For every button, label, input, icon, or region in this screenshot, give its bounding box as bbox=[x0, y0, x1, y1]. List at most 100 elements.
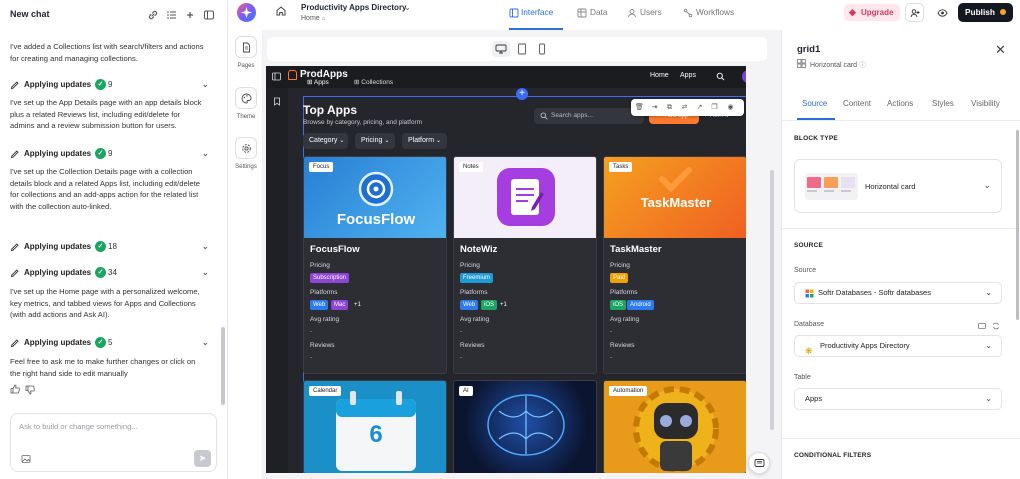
applying-updates-toggle[interactable]: Applying updates ✓ 5 ⌄ bbox=[10, 336, 210, 350]
chat-panel: New chat I've added a Collections list w… bbox=[0, 0, 228, 479]
tab-content[interactable]: Content bbox=[843, 99, 871, 108]
swap-icon[interactable]: ⇄ bbox=[680, 103, 689, 112]
filter-platform[interactable]: Platform ⌄ bbox=[402, 133, 447, 149]
section-heading: BLOCK TYPE bbox=[794, 135, 838, 142]
updates-label: Applying updates bbox=[24, 268, 92, 277]
share-icon[interactable]: ↗ bbox=[695, 103, 704, 112]
send-button[interactable]: ➤ bbox=[194, 450, 211, 467]
app-card[interactable]: TaskMaster Tasks TaskMaster Pricing Paid… bbox=[603, 156, 746, 374]
app-card[interactable]: AI bbox=[453, 380, 597, 473]
site-nav-apps[interactable]: Apps bbox=[680, 72, 696, 79]
thumbs-down-icon[interactable] bbox=[25, 385, 35, 395]
chat-scrollbar[interactable] bbox=[221, 327, 225, 405]
delete-icon[interactable]: 🗑 bbox=[635, 103, 644, 112]
settings-button[interactable] bbox=[235, 137, 257, 159]
chevron-down-icon[interactable]: ⌄ bbox=[404, 3, 411, 12]
tab-label: Workflows bbox=[696, 7, 735, 17]
filter-label: Platform bbox=[408, 137, 435, 144]
invite-user-button[interactable] bbox=[905, 3, 924, 22]
chat-composer[interactable]: Ask to build or change something... ➤ bbox=[10, 413, 217, 472]
collapse-sidebar-icon[interactable] bbox=[203, 9, 215, 21]
table-select[interactable]: Apps ⌄ bbox=[794, 388, 1002, 410]
filter-pricing[interactable]: Pricing ⌄ bbox=[355, 133, 395, 149]
database-value: Productivity Apps Directory bbox=[820, 341, 910, 350]
copy-icon[interactable]: ❐ bbox=[710, 103, 719, 112]
pencil-icon bbox=[10, 338, 20, 348]
upgrade-label: Upgrade bbox=[861, 8, 894, 17]
tablet-view-button[interactable] bbox=[513, 41, 531, 57]
platform-more: +1 bbox=[500, 302, 507, 308]
tab-actions[interactable]: Actions bbox=[887, 99, 913, 108]
app-logo[interactable] bbox=[237, 3, 256, 22]
bookmark-icon[interactable] bbox=[273, 97, 281, 106]
tab-visibility[interactable]: Visibility bbox=[971, 99, 1000, 108]
rail-label: Settings bbox=[235, 164, 257, 170]
duplicate-icon[interactable]: ⧉ bbox=[665, 103, 674, 112]
updates-count: 9 bbox=[108, 149, 113, 158]
page-settings-icon[interactable]: ⌂ bbox=[322, 16, 326, 22]
app-card[interactable]: Notes NoteWiz Pricing Freemium Platforms… bbox=[453, 156, 597, 374]
new-chat-icon[interactable] bbox=[184, 9, 196, 21]
platform-badge: Web bbox=[460, 300, 479, 310]
app-card[interactable]: Automation bbox=[603, 380, 746, 473]
palette-icon bbox=[241, 93, 252, 104]
app-card-title: FocusFlow bbox=[310, 244, 360, 255]
list-icon[interactable] bbox=[166, 9, 178, 21]
block-type-selector[interactable]: Horizontal card ⌄ bbox=[794, 159, 1002, 213]
platform-badge: iOS bbox=[610, 300, 627, 310]
applying-updates-toggle[interactable]: Applying updates ✓ 34 ⌄ bbox=[10, 266, 210, 280]
section-heading: CONDITIONAL FILTERS bbox=[794, 452, 872, 459]
upgrade-button[interactable]: ◆ Upgrade bbox=[844, 4, 900, 21]
close-icon[interactable]: ✕ bbox=[995, 42, 1006, 58]
site-nav-apps-chip[interactable]: ⊞ Apps bbox=[307, 78, 329, 86]
eye-icon[interactable]: ◉ bbox=[726, 103, 735, 112]
search-input[interactable]: Search apps... bbox=[534, 108, 644, 124]
move-icon[interactable]: ⇥ bbox=[650, 103, 659, 112]
chat-title: New chat bbox=[10, 9, 50, 19]
app-card[interactable]: 6 Calendar bbox=[303, 380, 447, 473]
pencil-icon bbox=[10, 80, 20, 90]
source-select[interactable]: Softr Databases - Softr databases ⌄ bbox=[794, 282, 1002, 304]
site-nav-home[interactable]: Home bbox=[650, 72, 669, 79]
applying-updates-toggle[interactable]: Applying updates ✓ 9 ⌄ bbox=[10, 78, 210, 92]
canvas-scrollbar[interactable] bbox=[770, 170, 774, 430]
link-icon[interactable] bbox=[147, 9, 159, 21]
chat-message: Feel free to ask me to make further chan… bbox=[10, 357, 196, 378]
home-icon[interactable] bbox=[275, 5, 287, 17]
site-nav-collections[interactable]: ⊞ Collections bbox=[354, 78, 393, 86]
support-chat-button[interactable] bbox=[748, 452, 770, 474]
publish-button[interactable]: Publish bbox=[958, 3, 1013, 22]
site-preview[interactable]: ProdApps ⊞ Apps ⊞ Collections Home Apps … bbox=[266, 66, 746, 473]
composer-input[interactable]: Ask to build or change something... bbox=[19, 422, 138, 431]
breadcrumb-page[interactable]: Home bbox=[301, 15, 320, 22]
desktop-view-button[interactable] bbox=[492, 41, 510, 57]
image-icon[interactable] bbox=[21, 454, 31, 464]
updates-count: 5 bbox=[108, 338, 113, 347]
tab-styles[interactable]: Styles bbox=[932, 99, 954, 108]
filter-category[interactable]: Category ⌄ bbox=[303, 133, 348, 149]
theme-button[interactable] bbox=[235, 87, 257, 109]
info-icon[interactable]: ⓘ bbox=[859, 62, 866, 69]
field-label: Reviews bbox=[460, 342, 485, 349]
pages-button[interactable] bbox=[235, 36, 257, 58]
add-block-button[interactable]: + bbox=[516, 88, 528, 100]
sidebar-toggle-icon[interactable] bbox=[272, 72, 281, 81]
applying-updates-toggle[interactable]: Applying updates ✓ 9 ⌄ bbox=[10, 147, 210, 161]
tab-source[interactable]: Source bbox=[802, 99, 827, 108]
project-title[interactable]: Productivity Apps Directory bbox=[301, 3, 407, 12]
search-icon[interactable] bbox=[716, 72, 725, 81]
database-icon[interactable] bbox=[978, 322, 986, 330]
app-card[interactable]: FocusFlow Focus FocusFlow Pricing Subscr… bbox=[303, 156, 447, 374]
block-type-label: Horizontal card ⓘ bbox=[810, 60, 866, 70]
applying-updates-toggle[interactable]: Applying updates ✓ 18 ⌄ bbox=[10, 240, 210, 254]
preview-button[interactable] bbox=[932, 3, 951, 22]
database-select[interactable]: ❋ Productivity Apps Directory ⌄ bbox=[794, 335, 1002, 357]
refresh-icon[interactable] bbox=[992, 322, 1000, 330]
avatar[interactable]: J bbox=[742, 70, 746, 83]
mobile-view-button[interactable] bbox=[533, 41, 551, 57]
pencil-icon bbox=[10, 268, 20, 278]
gear-icon bbox=[241, 143, 252, 154]
field-value: - bbox=[610, 354, 613, 361]
thumbs-up-icon[interactable] bbox=[10, 384, 20, 394]
panel-scrollbar[interactable] bbox=[1016, 130, 1019, 320]
